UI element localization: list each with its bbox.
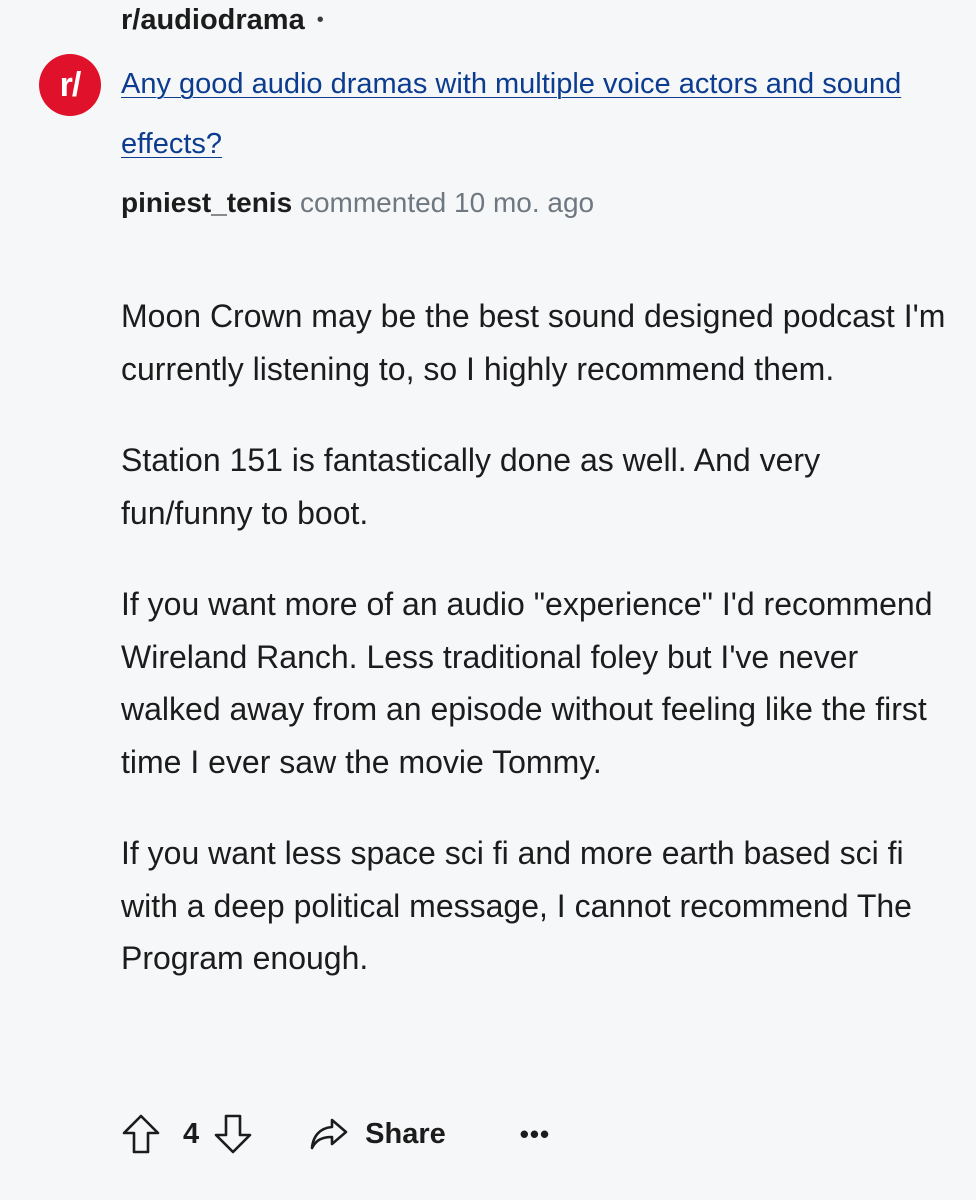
comment-paragraph: Station 151 is fantastically done as wel…: [121, 442, 821, 531]
share-arrow-icon: [309, 1117, 349, 1151]
arrow-down-icon[interactable]: [213, 1113, 253, 1155]
subreddit-name[interactable]: r/audiodrama: [121, 4, 305, 37]
vote-count: 4: [183, 1117, 200, 1150]
avatar-text: r/: [59, 65, 82, 104]
share-button[interactable]: Share: [309, 1117, 446, 1151]
subreddit-avatar[interactable]: r/: [39, 54, 101, 116]
post-title-link[interactable]: Any good audio dramas with multiple voic…: [121, 54, 911, 174]
separator-dot: •: [316, 8, 324, 31]
more-options-button[interactable]: •••: [520, 1119, 550, 1150]
arrow-up-icon[interactable]: [121, 1113, 161, 1155]
comment-paragraph: If you want more of an audio "experience…: [121, 586, 933, 780]
subreddit-row: r/audiodrama •: [121, 2, 324, 38]
comment-card: r/audiodrama • r/ Any good audio dramas …: [0, 0, 976, 1200]
comment-meta: piniest_tenis commented 10 mo. ago: [121, 182, 681, 223]
comment-timestamp: commented 10 mo. ago: [299, 187, 595, 218]
share-label: Share: [365, 1117, 446, 1150]
comment-body: Moon Crown may be the best sound designe…: [121, 290, 951, 1024]
comment-action-bar: 4 Share •••: [121, 1108, 550, 1160]
comment-paragraph: If you want less space sci fi and more e…: [121, 835, 912, 976]
comment-paragraph: Moon Crown may be the best sound designe…: [121, 298, 946, 387]
comment-username[interactable]: piniest_tenis: [121, 187, 292, 218]
